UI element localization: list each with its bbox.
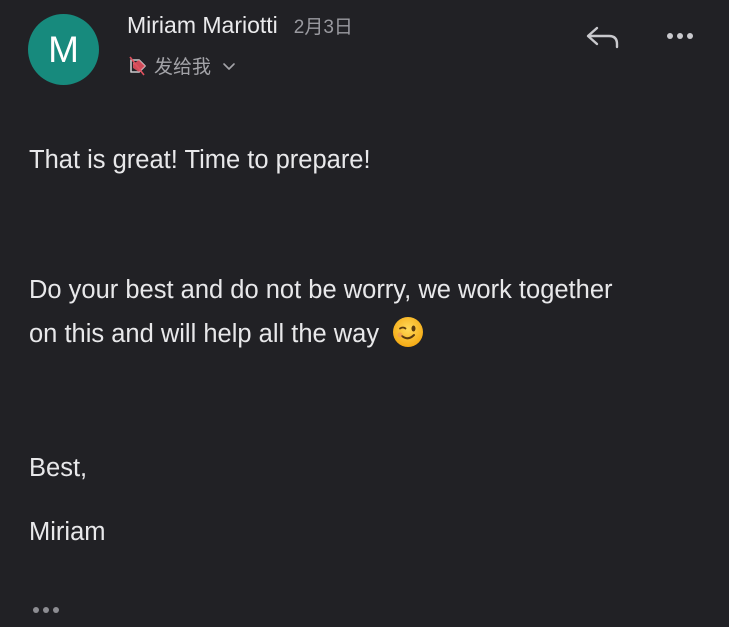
recipient-toggle[interactable]: 发给我 <box>128 52 237 79</box>
message-line: on this and will help all the way <box>29 320 380 348</box>
sent-date: 2月3日 <box>293 17 353 38</box>
winking-face-emoji <box>392 316 424 348</box>
more-options-button[interactable] <box>660 22 700 50</box>
more-horizontal-icon <box>667 33 693 39</box>
show-trimmed-content-button[interactable] <box>28 600 66 620</box>
recipient-label: 发给我 <box>154 57 212 78</box>
message-signature: Miriam <box>29 518 106 546</box>
show-trimmed-content-icon <box>33 607 59 613</box>
sender-name[interactable]: Miriam Mariotti <box>127 12 278 39</box>
sender-header: Miriam Mariotti 2月3日 <box>127 12 353 39</box>
avatar[interactable]: M <box>28 14 99 85</box>
chevron-down-icon <box>221 58 237 74</box>
message-line-with-emoji: on this and will help all the way <box>29 312 613 356</box>
reply-button[interactable] <box>583 20 623 52</box>
message-line: Do your best and do not be worry, we wor… <box>29 276 613 304</box>
tag-icon <box>128 55 148 77</box>
message-line: That is great! Time to prepare! <box>29 146 371 174</box>
message-paragraph: Do your best and do not be worry, we wor… <box>29 268 613 356</box>
reply-icon <box>586 26 619 49</box>
message-closing: Best, <box>29 454 88 482</box>
